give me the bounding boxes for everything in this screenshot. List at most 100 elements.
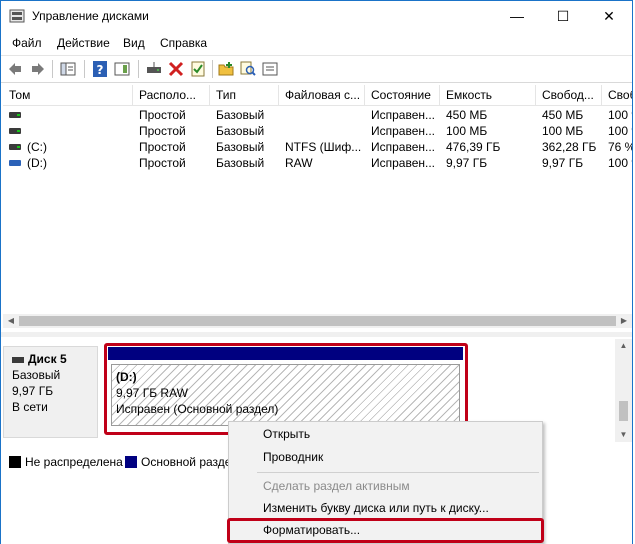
close-button[interactable]: ✕ — [586, 1, 632, 31]
table-row[interactable]: Простой Базовый Исправен... 100 МБ 100 М… — [3, 123, 632, 139]
scrollbar-thumb[interactable] — [619, 401, 628, 421]
cell-free: 450 МБ — [542, 108, 584, 122]
table-row[interactable]: (C:) Простой Базовый NTFS (Шиф... Исправ… — [3, 139, 632, 155]
toolbar-separator — [84, 60, 85, 78]
cell-layout: Простой — [139, 108, 186, 122]
column-header-capacity[interactable]: Емкость — [440, 85, 536, 105]
delete-icon[interactable] — [167, 60, 185, 78]
column-header-free-percent[interactable]: Своб — [602, 85, 632, 105]
drive-icon — [9, 160, 21, 166]
format-highlight-box — [227, 518, 544, 543]
cell-volume — [21, 107, 133, 123]
toolbar-separator — [52, 60, 53, 78]
menu-bar: Файл Действие Вид Справка — [1, 32, 632, 54]
cell-capacity: 476,39 ГБ — [446, 140, 501, 154]
cell-status: Исправен... — [371, 108, 436, 122]
drive-icon — [9, 144, 21, 150]
drive-icon — [9, 128, 21, 134]
vertical-scrollbar[interactable]: ▲ ▼ — [615, 339, 632, 442]
show-pane-icon[interactable] — [113, 60, 131, 78]
scroll-up-icon[interactable]: ▲ — [615, 339, 632, 353]
menu-view[interactable]: Вид — [123, 36, 145, 50]
table-row[interactable]: Простой Базовый Исправен... 450 МБ 450 М… — [3, 107, 632, 123]
minimize-button[interactable]: — — [494, 1, 540, 31]
cell-filesystem: RAW — [285, 156, 313, 170]
help-icon[interactable]: ? — [91, 60, 109, 78]
cell-volume — [21, 123, 133, 139]
legend-label-unallocated: Не распределена — [25, 455, 123, 469]
add-volume-icon[interactable] — [217, 60, 235, 78]
drive-icon — [9, 112, 21, 118]
toolbar-separator — [138, 60, 139, 78]
properties-icon[interactable] — [261, 60, 279, 78]
cell-layout: Простой — [139, 124, 186, 138]
cell-type: Базовый — [216, 108, 265, 122]
horizontal-scrollbar[interactable]: ◀ ▶ — [3, 314, 632, 328]
column-header-volume[interactable]: Том — [3, 85, 133, 105]
cell-status: Исправен... — [371, 156, 436, 170]
column-header-free[interactable]: Свобод... — [536, 85, 602, 105]
cell-volume: (D:) — [27, 156, 47, 170]
disk-size: 9,97 ГБ — [12, 384, 54, 398]
menu-help[interactable]: Справка — [160, 36, 207, 50]
disk-management-app-icon — [9, 9, 25, 23]
cell-type: Базовый — [216, 124, 265, 138]
scroll-down-icon[interactable]: ▼ — [615, 428, 632, 442]
cell-type: Базовый — [216, 156, 265, 170]
column-header-layout[interactable]: Располо... — [133, 85, 210, 105]
back-icon[interactable] — [7, 60, 25, 78]
column-header-filesystem[interactable]: Файловая с... — [279, 85, 365, 105]
cell-layout: Простой — [139, 140, 186, 154]
cell-type: Базовый — [216, 140, 265, 154]
disk-name: Диск 5 — [28, 352, 67, 366]
scroll-right-icon[interactable]: ▶ — [616, 314, 632, 328]
column-header-status[interactable]: Состояние — [365, 85, 440, 105]
legend-label-primary: Основной разде — [141, 455, 232, 469]
scrollbar-thumb[interactable] — [19, 316, 616, 326]
forward-icon[interactable] — [28, 60, 46, 78]
cell-filesystem — [279, 123, 365, 139]
cell-filesystem: NTFS (Шиф... — [285, 140, 362, 154]
pane-splitter[interactable] — [1, 332, 632, 337]
cell-filesystem — [279, 107, 365, 123]
maximize-button[interactable]: ☐ — [540, 1, 586, 31]
context-menu-item-mark-active: Сделать раздел активным — [263, 479, 410, 493]
cell-free-percent: 100 % — [608, 108, 632, 122]
disk-icon — [12, 356, 24, 363]
disk-type: Базовый — [12, 368, 61, 382]
check-icon[interactable] — [189, 60, 207, 78]
context-menu-item-change-letter[interactable]: Изменить букву диска или путь к диску... — [263, 498, 489, 518]
menu-file[interactable]: Файл — [12, 36, 42, 50]
search-icon[interactable] — [239, 60, 257, 78]
cell-status: Исправен... — [371, 140, 436, 154]
svg-text:?: ? — [97, 63, 104, 77]
context-menu-item-open[interactable]: Открыть — [263, 424, 310, 444]
title-bar[interactable]: Управление дисками — ☐ ✕ — [1, 1, 632, 31]
cell-free: 362,28 ГБ — [542, 140, 597, 154]
window-title: Управление дисками — [32, 9, 149, 23]
cell-capacity: 9,97 ГБ — [446, 156, 488, 170]
toolbar: ? — [1, 55, 632, 83]
cell-capacity: 100 МБ — [446, 124, 488, 138]
context-menu-item-explorer[interactable]: Проводник — [263, 447, 323, 467]
disk-state: В сети — [12, 400, 48, 414]
legend-swatch-primary — [125, 456, 137, 468]
column-header-type[interactable]: Тип — [210, 85, 279, 105]
toolbar-separator — [212, 60, 213, 78]
cell-free: 100 МБ — [542, 124, 584, 138]
cell-free-percent: 76 % — [608, 140, 632, 154]
disk-label[interactable]: Диск 5 Базовый 9,97 ГБ В сети — [3, 346, 98, 438]
scroll-left-icon[interactable]: ◀ — [3, 314, 19, 328]
console-tree-icon[interactable] — [59, 60, 77, 78]
cell-free: 9,97 ГБ — [542, 156, 584, 170]
cell-free-percent: 100 % — [608, 156, 632, 170]
context-menu-separator — [257, 472, 539, 473]
cell-volume: (C:) — [27, 140, 47, 154]
connect-disk-icon[interactable] — [145, 60, 163, 78]
legend-swatch-unallocated — [9, 456, 21, 468]
cell-status: Исправен... — [371, 124, 436, 138]
volume-list-header: Том Располо... Тип Файловая с... Состоян… — [3, 85, 632, 106]
menu-action[interactable]: Действие — [57, 36, 110, 50]
table-row[interactable]: (D:) Простой Базовый RAW Исправен... 9,9… — [3, 155, 632, 171]
cell-capacity: 450 МБ — [446, 108, 488, 122]
